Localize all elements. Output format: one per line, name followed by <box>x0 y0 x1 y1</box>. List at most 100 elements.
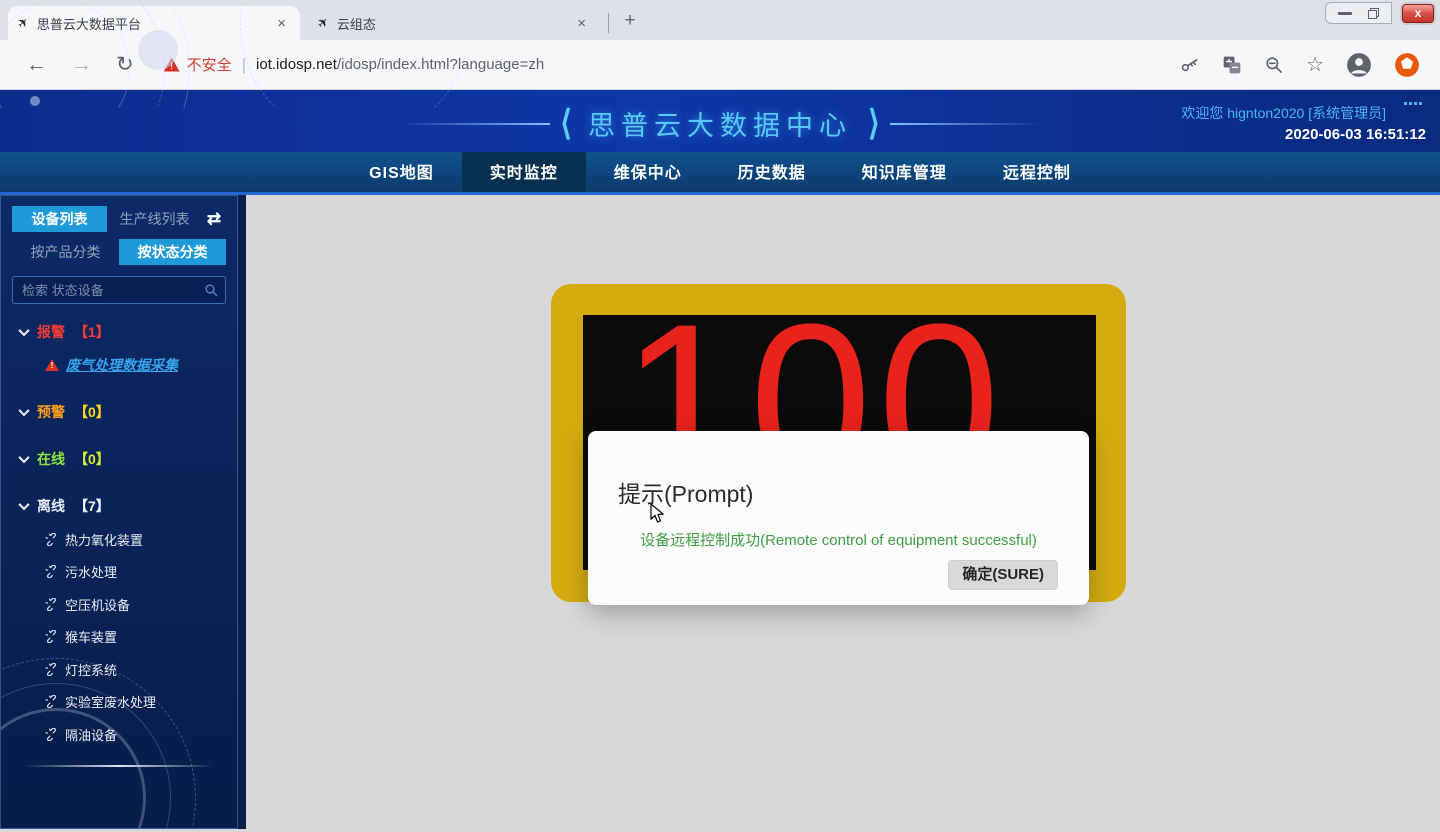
window-controls: x <box>1325 2 1434 24</box>
device-search <box>12 276 226 304</box>
chevron-down-icon[interactable] <box>18 452 29 463</box>
tree-group-online[interactable]: 在线 【0】 <box>12 449 226 469</box>
not-secure-warning-icon: ! <box>164 58 180 72</box>
group-count: 【7】 <box>74 496 110 516</box>
dialog-title: 提示(Prompt) <box>618 475 753 509</box>
reload-icon[interactable]: ↻ <box>116 52 134 77</box>
user-menu-list-icon[interactable] <box>1404 102 1424 120</box>
close-icon[interactable]: x <box>1402 4 1434 23</box>
unlink-icon <box>45 533 58 546</box>
tree-group-warn[interactable]: 预警 【0】 <box>12 402 226 422</box>
unlink-icon <box>45 565 58 578</box>
chevron-down-icon[interactable] <box>18 405 29 416</box>
group-count: 【1】 <box>74 322 110 342</box>
sidebar-scrollbar[interactable] <box>238 195 246 829</box>
tab-by-status[interactable]: 按状态分类 <box>119 239 226 265</box>
device-name: 热力氧化装置 <box>65 530 143 549</box>
profile-avatar-icon[interactable] <box>1346 52 1372 78</box>
tab-title: 云组态 <box>337 14 573 33</box>
sidebar-classify-tabs: 按产品分类 按状态分类 <box>12 239 226 265</box>
main-area: 100 提示(Prompt) 设备远程控制成功(Remote control o… <box>246 195 1440 829</box>
device-name: 实验室废水处理 <box>65 692 156 711</box>
tab-title: 思普云大数据平台 <box>37 14 273 33</box>
tree-group-offline[interactable]: 离线 【7】 <box>12 496 226 516</box>
page: ✈ 思普云大数据平台 × ✈ 云组态 × + x ← → ↻ ! 不安全 | i… <box>0 0 1440 832</box>
title-decor-bracket-left: ⟨ <box>560 106 572 141</box>
alarm-warning-icon: ! <box>45 359 59 371</box>
list-item[interactable]: 污水处理 <box>45 562 226 581</box>
nav-item-gis[interactable]: GIS地图 <box>341 152 462 192</box>
tree-group-alarm[interactable]: 报警 【1】 <box>12 322 226 342</box>
device-sidebar: 设备列表 生产线列表 ⇄ 按产品分类 按状态分类 报警 【1】 ! <box>0 195 238 829</box>
zoom-icon[interactable] <box>1264 55 1284 75</box>
chevron-down-icon[interactable] <box>18 325 29 336</box>
list-item[interactable]: 空压机设备 <box>45 595 226 614</box>
minimize-icon[interactable] <box>1338 12 1352 15</box>
tab-close-icon[interactable]: × <box>273 15 290 32</box>
sidebar-list-tabs: 设备列表 生产线列表 ⇄ <box>12 206 226 232</box>
back-icon[interactable]: ← <box>26 53 47 77</box>
nav-item-remote-control[interactable]: 远程控制 <box>975 152 1099 192</box>
browser-tab-inactive[interactable]: ✈ 云组态 × <box>308 6 600 40</box>
group-label: 离线 <box>37 496 65 516</box>
title-decor-bracket-right: ⟩ <box>868 106 880 141</box>
welcome-user-label: 欢迎您 hignton2020 [系统管理员] <box>1181 103 1386 123</box>
nav-item-maintenance[interactable]: 维保中心 <box>586 152 710 192</box>
device-name: 污水处理 <box>65 562 117 581</box>
device-status-tree: 报警 【1】 ! 废气处理数据采集 预警 【0】 在线 【0】 <box>12 322 226 767</box>
tab-by-product[interactable]: 按产品分类 <box>12 239 119 265</box>
address-bar[interactable]: ! 不安全 | iot.idosp.net /idosp/index.html?… <box>164 54 1180 75</box>
translate-icon[interactable] <box>1222 55 1242 75</box>
alarm-device-row[interactable]: ! 废气处理数据采集 <box>45 355 226 375</box>
main-nav: GIS地图 实时监控 维保中心 历史数据 知识库管理 远程控制 <box>0 152 1440 195</box>
device-search-input[interactable] <box>12 276 226 304</box>
tab-device-list[interactable]: 设备列表 <box>12 206 107 232</box>
dialog-message: 设备远程控制成功(Remote control of equipment suc… <box>588 529 1089 550</box>
group-count: 【0】 <box>74 402 110 422</box>
header-datetime: 2020-06-03 16:51:12 <box>1285 126 1426 143</box>
device-name: 猴车装置 <box>65 627 117 646</box>
nav-item-knowledge[interactable]: 知识库管理 <box>834 152 975 192</box>
content: 设备列表 生产线列表 ⇄ 按产品分类 按状态分类 报警 【1】 ! <box>0 195 1440 829</box>
site-favicon-icon: ✈ <box>14 13 33 32</box>
nav-item-realtime-monitor[interactable]: 实时监控 <box>462 152 586 192</box>
forward-icon[interactable]: → <box>71 53 92 77</box>
list-item[interactable]: 热力氧化装置 <box>45 530 226 549</box>
list-item[interactable]: 实验室废水处理 <box>45 692 226 711</box>
search-icon[interactable] <box>204 283 219 298</box>
group-label: 在线 <box>37 449 65 469</box>
app-header: ⟨ 思普云大数据中心 ⟩ 欢迎您 hignton2020 [系统管理员] 202… <box>0 90 1440 152</box>
password-key-icon[interactable] <box>1180 55 1200 75</box>
address-separator: | <box>242 55 246 75</box>
list-item[interactable]: 灯控系统 <box>45 660 226 679</box>
alarm-device-link[interactable]: 废气处理数据采集 <box>66 355 178 375</box>
site-favicon-icon: ✈ <box>314 13 333 32</box>
tab-production-line-list[interactable]: 生产线列表 <box>107 206 202 232</box>
new-tab-button[interactable]: + <box>617 9 643 35</box>
tab-separator <box>608 13 609 33</box>
unlink-icon <box>45 695 58 708</box>
sure-button[interactable]: 确定(SURE) <box>948 560 1058 590</box>
url-host: iot.idosp.net <box>256 56 337 73</box>
unlink-icon <box>45 630 58 643</box>
unlink-icon <box>45 598 58 611</box>
swap-icon[interactable]: ⇄ <box>202 209 226 229</box>
extension-badge-icon[interactable] <box>1394 52 1420 78</box>
browser-toolbar: ← → ↻ ! 不安全 | iot.idosp.net /idosp/index… <box>0 40 1440 90</box>
list-item[interactable]: 猴车装置 <box>45 627 226 646</box>
tab-close-icon[interactable]: × <box>573 15 590 32</box>
nav-item-history[interactable]: 历史数据 <box>710 152 834 192</box>
restore-icon[interactable] <box>1368 8 1379 19</box>
unlink-icon <box>45 728 58 741</box>
group-count: 【0】 <box>74 449 110 469</box>
list-item[interactable]: 隔油设备 <box>45 725 226 744</box>
app-title: 思普云大数据中心 <box>588 104 852 143</box>
bookmark-star-icon[interactable]: ☆ <box>1306 55 1324 75</box>
toolbar-icons: ☆ <box>1180 52 1420 78</box>
group-label: 预警 <box>37 402 65 422</box>
unlink-icon <box>45 663 58 676</box>
chevron-down-icon[interactable] <box>18 499 29 510</box>
not-secure-label[interactable]: 不安全 <box>187 54 232 75</box>
browser-tab-active[interactable]: ✈ 思普云大数据平台 × <box>8 6 300 40</box>
window-controls-box <box>1325 2 1392 24</box>
